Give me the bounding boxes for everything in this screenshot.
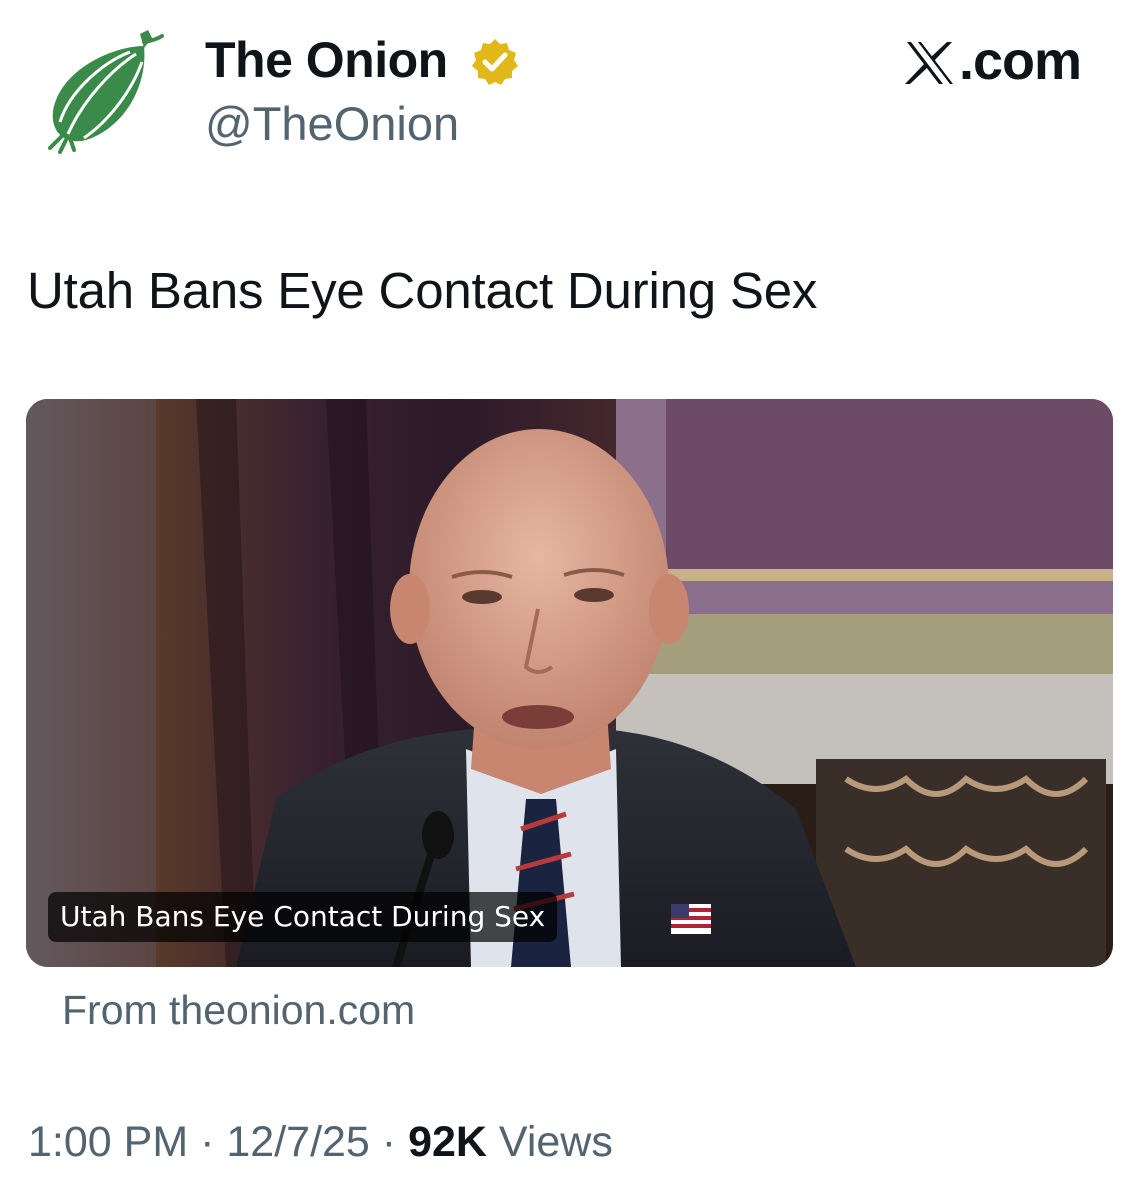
link-source[interactable]: From theonion.com [62,984,415,1036]
views-label: Views [498,1118,613,1166]
onion-logo-icon[interactable] [44,28,166,154]
post-time[interactable]: 1:00 PM [28,1118,188,1166]
meta-separator: · [381,1118,397,1166]
x-com-brand: .com [905,31,1087,91]
author-display-name[interactable]: The Onion [205,32,448,88]
meta-separator: · [200,1118,215,1166]
article-photo [26,399,1113,967]
link-card-caption: Utah Bans Eye Contact During Sex [48,892,558,942]
post-meta: 1:00 PM · 12/7/25 · 92K Views [28,1114,613,1170]
brand-site-text: .com [959,31,1082,91]
link-card[interactable]: Utah Bans Eye Contact During Sex [26,399,1113,967]
verified-badge-icon [469,36,521,88]
author-handle[interactable]: @TheOnion [205,96,459,152]
post-text: Utah Bans Eye Contact During Sex [27,262,818,319]
views-count: 92K [408,1118,487,1166]
post-date[interactable]: 12/7/25 [226,1118,369,1166]
x-logo-icon [905,38,955,84]
